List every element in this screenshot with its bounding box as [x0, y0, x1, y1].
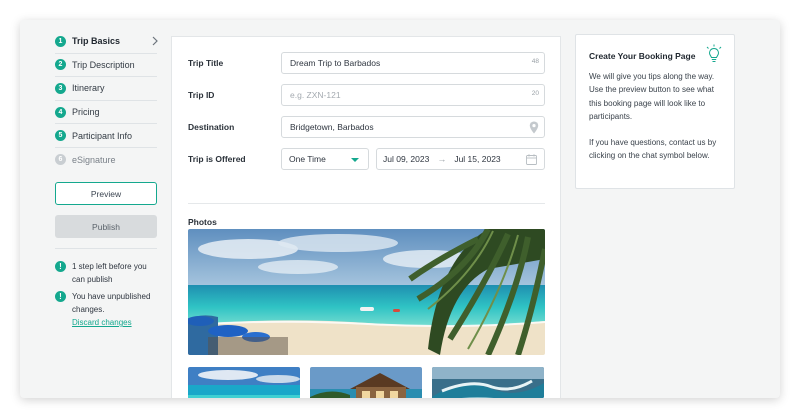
beach-photo-image — [188, 229, 545, 355]
arrow-right-icon: → — [437, 154, 447, 164]
step-participant-info[interactable]: 5 Participant Info — [55, 124, 157, 148]
trip-id-placeholder: e.g. ZXN-121 — [290, 90, 341, 100]
trip-id-input[interactable]: e.g. ZXN-121 20 — [281, 84, 545, 106]
step-itinerary[interactable]: 3 Itinerary — [55, 77, 157, 101]
destination-row: Destination Bridgetown, Barbados — [188, 116, 545, 138]
photo-thumbnail[interactable] — [188, 367, 300, 398]
unpublished-notice: ! You have unpublished changes. Discard … — [55, 290, 159, 329]
discard-changes-link[interactable]: Discard changes — [72, 316, 159, 329]
trip-id-row: Trip ID e.g. ZXN-121 20 — [188, 84, 545, 106]
thumbnail-villa-image — [310, 367, 422, 398]
step-nav: 1 Trip Basics 2 Trip Description 3 Itine… — [55, 30, 158, 172]
step-label: Pricing — [72, 107, 100, 118]
step-label: Trip Basics — [72, 36, 121, 47]
step-label: Trip Description — [72, 59, 135, 70]
trip-offered-row: Trip is Offered One Time Jul 09, 2023 → … — [188, 148, 545, 170]
step-trip-description[interactable]: 2 Trip Description — [55, 54, 157, 78]
trip-offered-label: Trip is Offered — [188, 154, 246, 164]
chevron-right-icon — [152, 36, 158, 46]
calendar-icon — [526, 154, 537, 165]
step-label: Participant Info — [72, 130, 133, 141]
date-range-picker[interactable]: Jul 09, 2023 → Jul 15, 2023 — [376, 148, 545, 170]
step-number: 6 — [55, 154, 66, 166]
end-date: Jul 15, 2023 — [454, 154, 501, 164]
form-divider — [188, 203, 545, 204]
publish-button[interactable]: Publish — [55, 215, 157, 238]
caret-down-icon — [351, 158, 359, 162]
destination-value: Bridgetown, Barbados — [290, 122, 374, 132]
sidebar-divider — [55, 248, 157, 249]
trip-id-label: Trip ID — [188, 90, 215, 100]
start-date: Jul 09, 2023 — [383, 154, 430, 164]
step-number: 1 — [55, 35, 66, 47]
tips-paragraph: We will give you tips along the way. Use… — [589, 72, 715, 121]
step-label: Itinerary — [72, 83, 105, 94]
frequency-value: One Time — [289, 154, 326, 164]
trip-title-row: Trip Title Dream Trip to Barbados 48 — [188, 52, 545, 74]
step-label: eSignature — [72, 154, 116, 165]
step-number: 2 — [55, 59, 66, 71]
location-pin-icon — [529, 121, 539, 134]
unpublished-message: You have unpublished changes. — [72, 292, 151, 314]
trip-basics-form: Trip Title Dream Trip to Barbados 48 Tri… — [171, 36, 561, 398]
step-pricing[interactable]: 4 Pricing — [55, 101, 157, 125]
steps-left-notice: ! 1 step left before you can publish — [55, 260, 159, 286]
tips-contact-paragraph: If you have questions, contact us by cli… — [589, 138, 717, 161]
photo-thumbnail[interactable] — [310, 367, 422, 398]
lightbulb-icon — [706, 44, 722, 62]
frequency-select[interactable]: One Time — [281, 148, 369, 170]
tips-title: Create Your Booking Page — [589, 51, 696, 61]
destination-label: Destination — [188, 122, 235, 132]
alert-icon: ! — [55, 261, 66, 272]
photo-thumbnail[interactable] — [432, 367, 544, 398]
char-count: 48 — [531, 58, 539, 65]
trip-title-label: Trip Title — [188, 58, 224, 68]
trip-title-input[interactable]: Dream Trip to Barbados 48 — [281, 52, 545, 74]
step-number: 5 — [55, 130, 66, 142]
step-esignature[interactable]: 6 eSignature — [55, 148, 157, 172]
unpublished-text: You have unpublished changes. Discard ch… — [72, 290, 159, 329]
preview-button[interactable]: Preview — [55, 182, 157, 205]
thumbnail-sea-image — [188, 367, 300, 398]
app-window: 1 Trip Basics 2 Trip Description 3 Itine… — [20, 20, 780, 398]
thumbnail-wave-image — [432, 367, 544, 398]
step-trip-basics[interactable]: 1 Trip Basics — [55, 30, 158, 54]
destination-input[interactable]: Bridgetown, Barbados — [281, 116, 545, 138]
booking-tips-panel: Create Your Booking Page We will give yo… — [575, 34, 735, 189]
trip-title-value: Dream Trip to Barbados — [290, 58, 381, 68]
step-number: 3 — [55, 82, 66, 94]
alert-icon: ! — [55, 291, 66, 302]
steps-left-text: 1 step left before you can publish — [72, 262, 147, 284]
main-photo[interactable] — [188, 229, 545, 355]
photos-label: Photos — [188, 217, 217, 227]
char-count: 20 — [531, 90, 539, 97]
step-number: 4 — [55, 106, 66, 118]
